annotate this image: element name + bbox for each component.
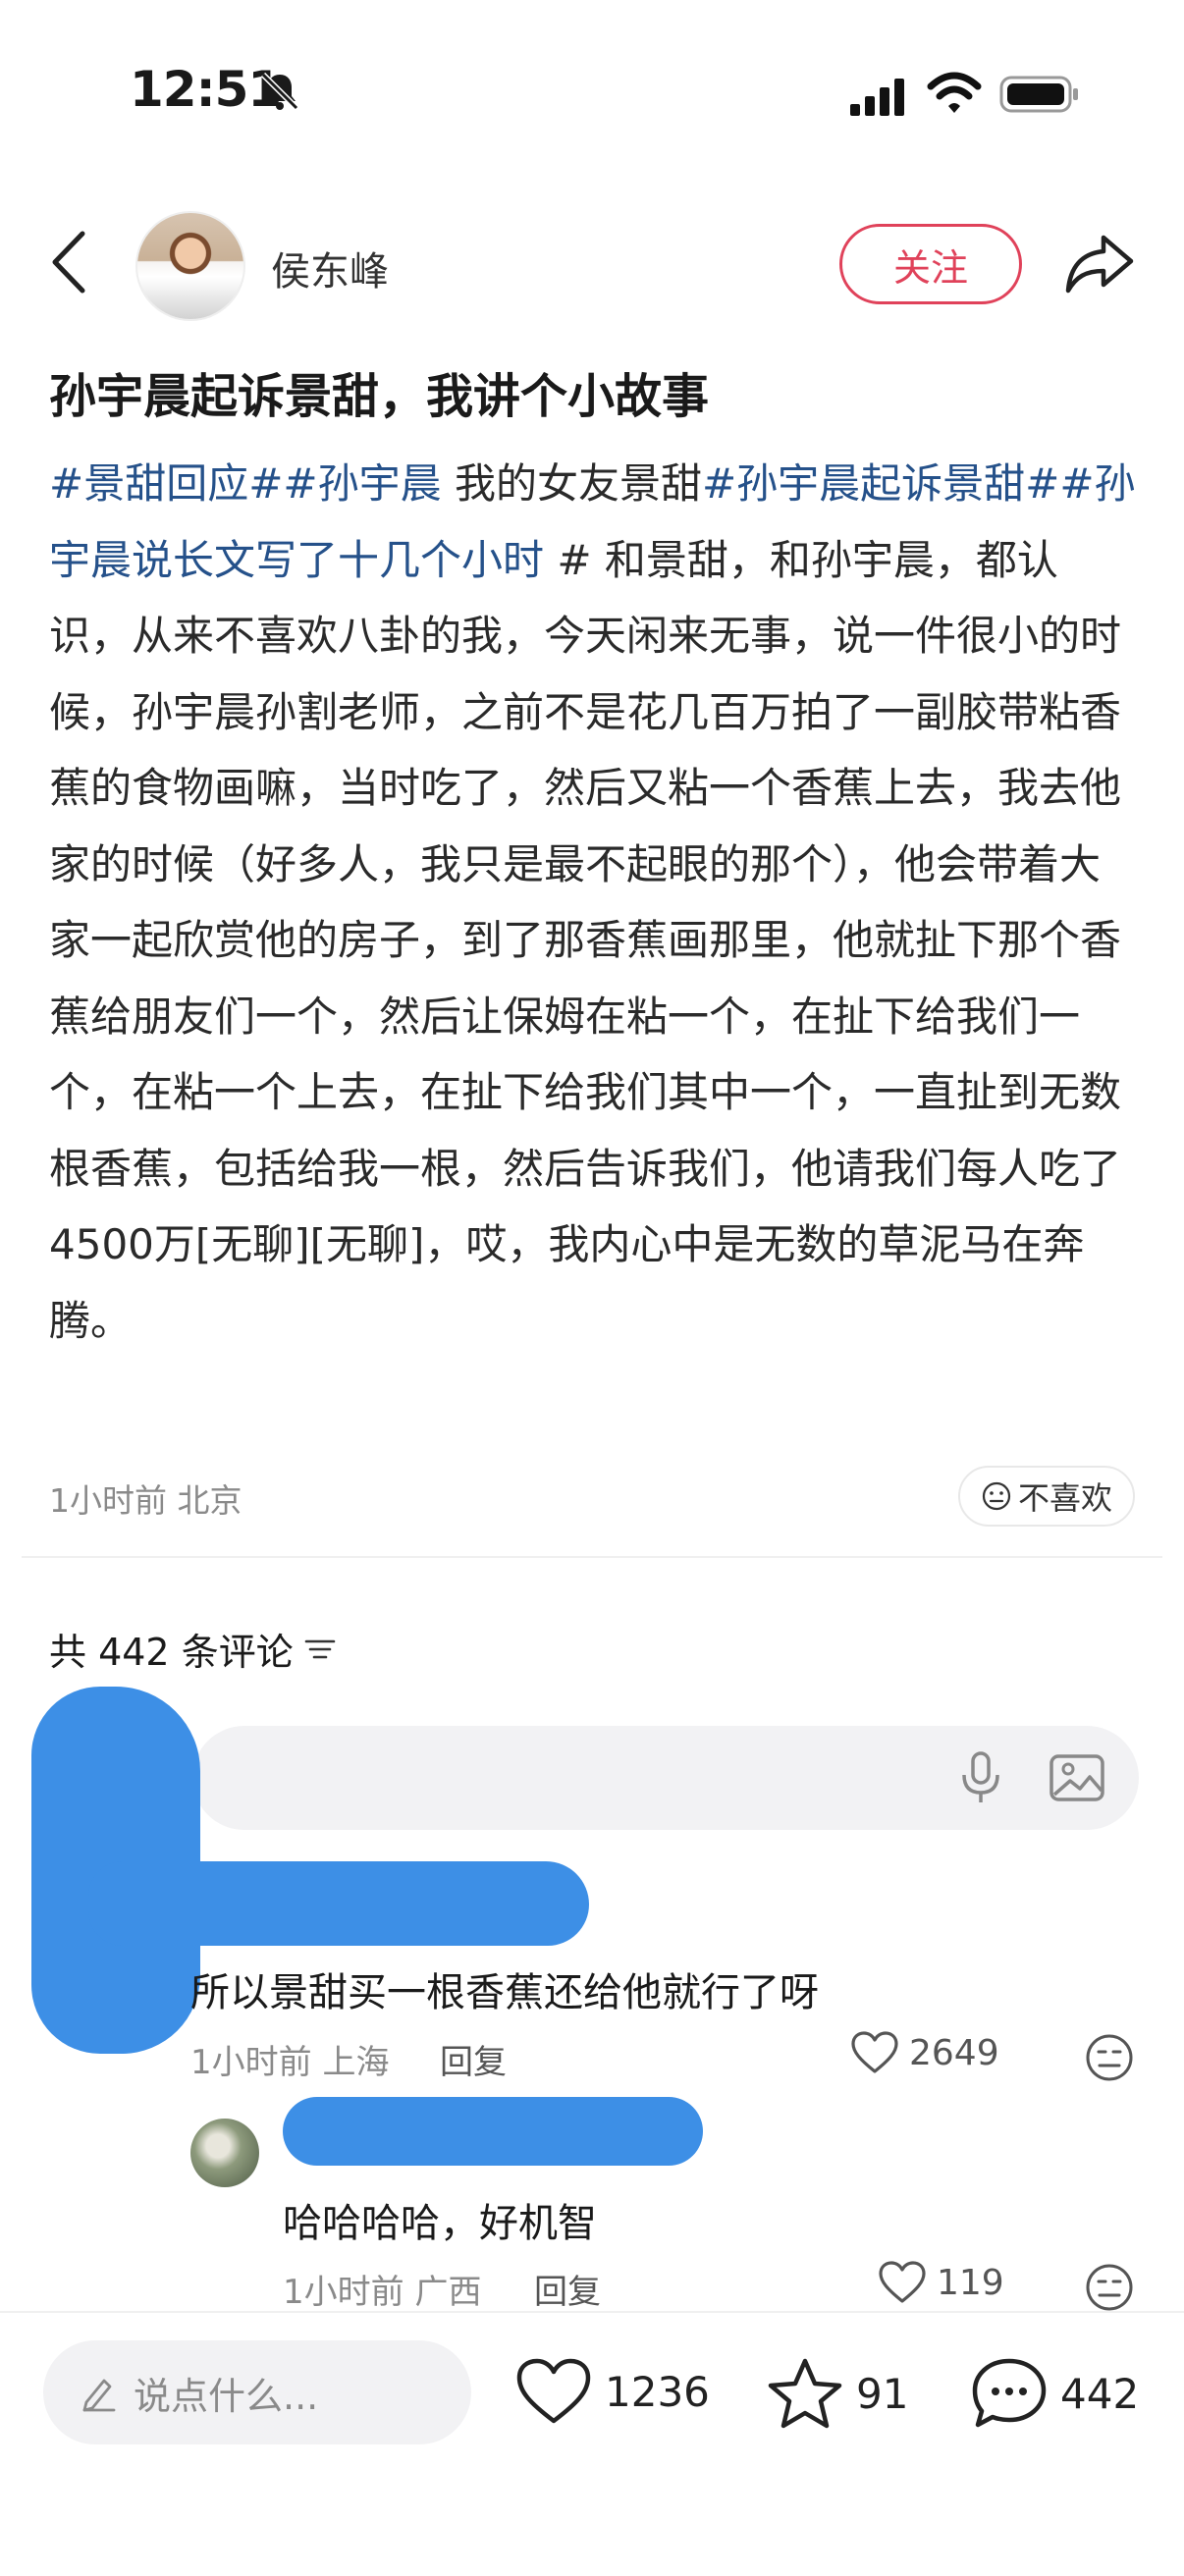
redaction-mark: [283, 2097, 703, 2166]
reply-button[interactable]: 回复: [440, 2035, 507, 2083]
like-count: 119: [937, 2262, 1004, 2303]
dislike-button[interactable]: 不喜欢: [958, 1466, 1135, 1527]
favorite-count: 91: [856, 2369, 909, 2418]
comment-meta: 1小时前 上海: [190, 2043, 390, 2082]
reply-avatar[interactable]: [190, 2119, 259, 2187]
pencil-icon: [82, 2379, 116, 2412]
comment-count: 442: [1060, 2369, 1140, 2418]
comment-text: 所以景甜买一根香蕉还给他就行了呀: [190, 1970, 819, 2015]
post-meta: 1小时前 北京: [49, 1481, 242, 1520]
author-avatar[interactable]: [135, 211, 245, 321]
hashtag[interactable]: #景甜回应#: [49, 459, 283, 508]
favorite-button[interactable]: 91: [766, 2356, 908, 2431]
hashtag[interactable]: #孙宇晨起诉景甜#: [702, 459, 1059, 508]
comment-bubble-icon: [972, 2358, 1047, 2428]
wifi-icon: [927, 72, 982, 113]
bell-off-icon: [260, 72, 299, 111]
reply-text: 哈哈哈哈，好机智: [283, 2201, 597, 2246]
post-title: 孙宇晨起诉景甜，我讲个小故事: [49, 369, 710, 424]
divider: [22, 1556, 1162, 1558]
meh-face-icon: [982, 1481, 1011, 1511]
post-body: #景甜回应##孙宇晨 我的女友景甜#孙宇晨起诉景甜##孙宇晨说长文写了十几个小时…: [49, 446, 1139, 1359]
follow-button[interactable]: 关注: [839, 224, 1022, 304]
back-icon[interactable]: [47, 228, 92, 296]
author-name[interactable]: 侯东峰: [271, 240, 389, 296]
post-text: 和景甜，和孙宇晨，都认识，从来不喜欢八卦的我，今天闲来无事，说一件很小的时候，孙…: [49, 535, 1122, 1345]
comments-count-label: 共 442 条评论: [49, 1631, 294, 1674]
reply-meta: 1小时前 广西: [283, 2273, 482, 2312]
dislike-label: 不喜欢: [1017, 1479, 1112, 1517]
reply-like-button[interactable]: 119: [878, 2260, 1004, 2305]
hashtag[interactable]: #孙宇晨: [283, 459, 441, 508]
like-button[interactable]: 1236: [514, 2356, 710, 2427]
sort-icon[interactable]: [303, 1635, 337, 1664]
image-icon[interactable]: [1049, 1753, 1105, 1802]
post-text: 我的女友景甜: [441, 459, 702, 508]
say-placeholder: 说点什么...: [134, 2374, 319, 2418]
microphone-icon[interactable]: [954, 1749, 1007, 1806]
comment-like-button[interactable]: 2649: [850, 2030, 999, 2075]
signal-icon: [850, 79, 904, 116]
comment-button[interactable]: 442: [970, 2356, 1139, 2431]
post-text: #: [544, 535, 592, 584]
like-count: 1236: [605, 2367, 710, 2416]
star-icon: [768, 2358, 842, 2429]
dislike-face-icon[interactable]: [1084, 2032, 1135, 2083]
heart-icon: [516, 2358, 591, 2424]
battery-icon: [999, 76, 1078, 113]
say-something-input[interactable]: 说点什么...: [43, 2340, 471, 2444]
dislike-face-icon[interactable]: [1084, 2262, 1135, 2313]
redaction-mark: [88, 1861, 589, 1946]
like-count: 2649: [909, 2032, 999, 2073]
comments-count[interactable]: 共 442 条评论: [49, 1622, 337, 1676]
share-icon[interactable]: [1064, 232, 1135, 295]
heart-icon: [879, 2261, 926, 2303]
heart-icon: [851, 2031, 898, 2073]
reply-button[interactable]: 回复: [534, 2265, 601, 2313]
